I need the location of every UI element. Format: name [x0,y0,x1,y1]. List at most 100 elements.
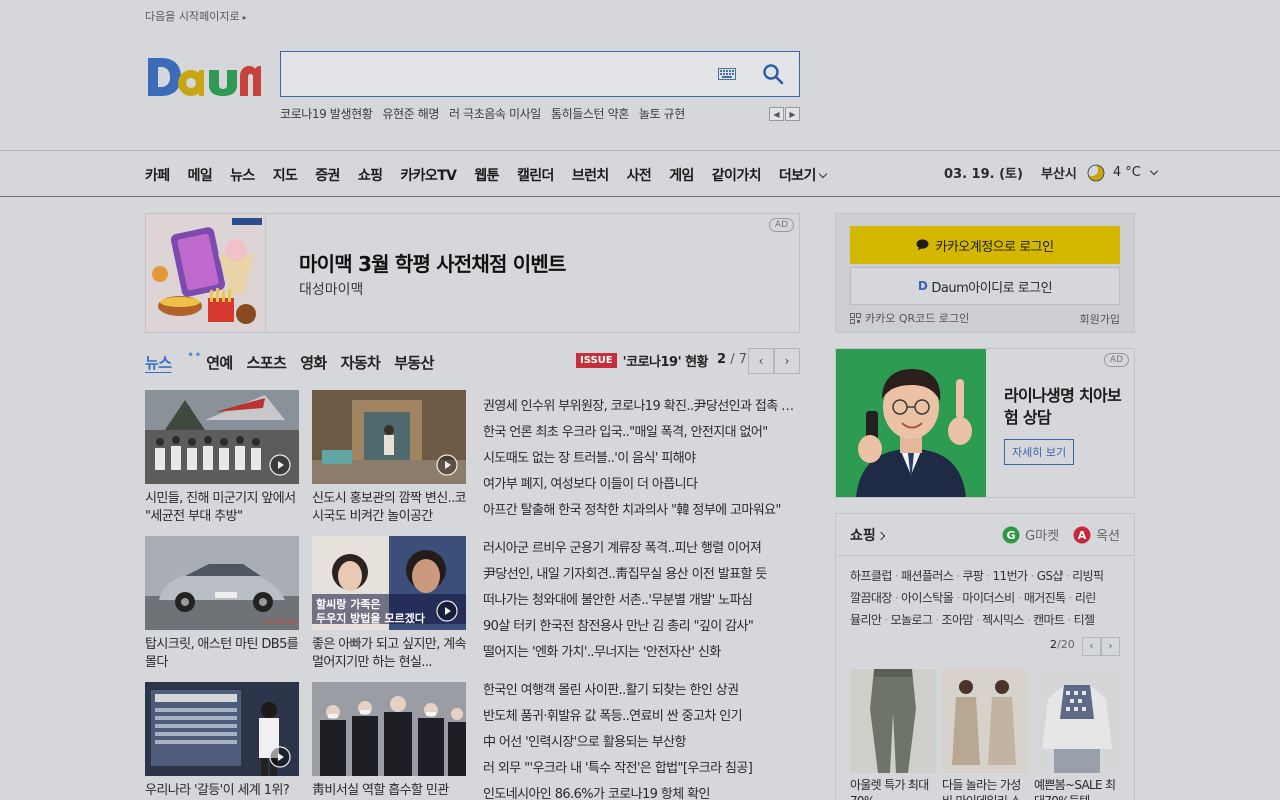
tab-entertainment[interactable]: 연예 [206,352,233,373]
nav-item-kakaotv[interactable]: 카카오TV [400,165,457,185]
play-icon[interactable] [436,454,458,476]
shop-item[interactable]: 다들 놀라는 가성비 마이데일리 스누 [942,669,1028,800]
chevron-left-icon[interactable]: ◀ [769,107,784,121]
shop-link[interactable]: 모놀로그 [891,613,933,627]
issue-text[interactable]: '코로나19' 현황 [623,351,709,370]
news-thumb-image[interactable]: AUTOCAR [145,536,299,630]
nav-item-brunch[interactable]: 브런치 [572,165,609,185]
news-thumb-item[interactable]: 신도시 홍보관의 깜짝 변신..코시국도 비켜간 놀이공간 [312,390,466,526]
shop-link[interactable]: 티젤 [1074,613,1095,627]
shop-link[interactable]: 아이스탁몰 [901,591,954,605]
headline-link[interactable]: 반도체 품귀·휘발유 값 폭등..연료비 싼 중고차 인기 [483,704,799,730]
set-start-page-link[interactable]: 다음을 시작페이지로 ▸ [145,8,247,24]
auction-link[interactable]: A 옥션 [1073,525,1120,544]
issue-topic[interactable]: ISSUE '코로나19' 현황 [576,351,709,370]
signup-link[interactable]: 회원가입 [1080,311,1120,327]
headline-link[interactable]: 러 외무 "'우크라 내 '특수 작전'은 합법"[우크라 침공] [483,756,799,782]
keyword-link[interactable]: 놀토 규현 [639,105,685,122]
news-thumb-image[interactable] [312,682,466,776]
side-ad-detail-button[interactable]: 자세히 보기 [1004,439,1075,465]
shop-item[interactable]: 예쁜봄~SALE 최대70%득템 [1034,669,1120,800]
news-thumb-item[interactable]: 우리나라 '갈등'이 세계 1위? [145,682,299,800]
chevron-down-icon[interactable] [1149,166,1159,176]
side-ad-banner[interactable]: 라이나생명 치아보험 상담 자세히 보기 AD [835,348,1135,498]
headline-link[interactable]: 떠나가는 청와대에 불안한 서촌..'무분별 개발' 노파심 [483,588,799,614]
nav-item-stock[interactable]: 증권 [315,165,340,185]
shop-link[interactable]: 하프클럽 [850,569,892,583]
tab-sports[interactable]: 스포츠 [247,352,287,373]
shop-link[interactable]: 뮬리안 [850,613,882,627]
tab-movie[interactable]: 영화 [300,352,327,373]
search-input[interactable] [291,60,701,88]
nav-item-map[interactable]: 지도 [273,165,298,185]
headline-link[interactable]: 여가부 폐지, 여성보다 이들이 더 아픕니다 [483,472,799,498]
shop-item-image[interactable] [850,669,936,773]
chevron-right-icon[interactable]: ▶ [785,107,800,121]
keyword-link[interactable]: 코로나19 발생현황 [280,105,373,122]
shop-link[interactable]: GS샵 [1037,569,1064,583]
news-thumb-caption[interactable]: 우리나라 '갈등'이 세계 1위? [145,782,299,800]
nav-item-game[interactable]: 게임 [669,165,694,185]
shop-item[interactable]: 아울렛 특가 최대70% [850,669,936,800]
nav-item-cafe[interactable]: 카페 [145,165,170,185]
nav-item-news[interactable]: 뉴스 [230,165,255,185]
headline-link[interactable]: 한국 언론 최초 우크라 입국.."매일 폭격, 안전지대 없어" [483,420,799,446]
shop-link[interactable]: 쿠팡 [962,569,983,583]
shop-item-text[interactable]: 예쁜봄~SALE 최대70%득템 [1034,777,1120,800]
news-thumb-image[interactable]: 할씨랑 가족은 두우지 방법을 모르겠다 [312,536,466,630]
nav-item-calendar[interactable]: 캘린더 [517,165,554,185]
nav-item-shopping[interactable]: 쇼핑 [358,165,383,185]
shop-link[interactable]: 리린 [1075,591,1096,605]
chevron-right-icon[interactable]: › [774,348,800,374]
news-thumb-item[interactable]: 시민들, 진해 미군기지 앞에서 "세균전 부대 추방" [145,390,299,526]
news-thumb-caption[interactable]: 탑시크릿, 애스턴 마틴 DB5를 몰다 [145,636,299,672]
news-thumb-caption[interactable]: 신도시 홍보관의 깜짝 변신..코시국도 비켜간 놀이공간 [312,490,466,526]
chevron-left-icon[interactable]: ‹ [748,348,774,374]
shop-link[interactable]: 조아맘 [942,613,974,627]
nav-item-mail[interactable]: 메일 [188,165,213,185]
shop-link[interactable]: 깔끔대장 [850,591,892,605]
nav-item-dictionary[interactable]: 사전 [627,165,652,185]
ad-title[interactable]: 마이맥 3월 학평 사전채점 이벤트 [299,248,566,277]
shop-link[interactable]: 리빙픽 [1072,569,1104,583]
headline-link[interactable]: 90살 터키 한국전 참전용사 만난 김 총리 "깊이 감사" [483,614,799,640]
news-thumb-image[interactable] [145,390,299,484]
news-thumb-item[interactable]: 할씨랑 가족은 두우지 방법을 모르겠다 좋은 아빠가 되고 싶지만, 계속 멀… [312,536,466,672]
search-box[interactable] [280,51,800,97]
kakao-login-button[interactable]: 카카오계정으로 로그인 [850,226,1120,264]
search-icon[interactable] [762,63,784,85]
chevron-right-icon[interactable]: › [1101,637,1120,656]
headline-link[interactable]: 中 어선 '인력시장'으로 활용되는 부산항 [483,730,799,756]
news-thumb-item[interactable]: 靑비서실 역할 흡수할 민관 [312,682,466,800]
shop-link[interactable]: 캔마트 [1033,613,1065,627]
keyword-link[interactable]: 러 극초음속 미사일 [449,105,541,122]
gmarket-link[interactable]: G G마켓 [1002,525,1059,544]
news-thumb-item[interactable]: AUTOCAR 탑시크릿, 애스턴 마틴 DB5를 몰다 [145,536,299,672]
shop-link[interactable]: 젝시믹스 [982,613,1024,627]
daum-logo[interactable] [145,52,261,98]
qr-login-link[interactable]: 카카오 QR코드 로그인 [850,310,969,326]
ad-banner[interactable]: 마이맥 3월 학평 사전채점 이벤트 대성마이맥 AD [145,213,800,333]
play-icon[interactable] [269,454,291,476]
chevron-left-icon[interactable]: ‹ [1082,637,1101,656]
headline-link[interactable]: 인도네시아인 86.6%가 코로나19 항체 확인 [483,782,799,800]
nav-more-button[interactable]: 더보기 [779,165,827,185]
news-thumb-image[interactable] [312,390,466,484]
shopping-title[interactable]: 쇼핑 [850,525,886,545]
daum-login-button[interactable]: D Daum아이디로 로그인 [850,267,1120,305]
news-thumb-caption[interactable]: 靑비서실 역할 흡수할 민관 [312,782,466,800]
play-icon[interactable] [269,746,291,768]
keyboard-icon[interactable] [718,68,736,80]
tab-car[interactable]: 자동차 [341,352,381,373]
play-icon[interactable] [436,600,458,622]
weather-widget[interactable]: 03. 19. (토) 부산시 4 °C [944,163,1159,182]
shop-link[interactable]: 매거진톡 [1024,591,1066,605]
shop-link[interactable]: 마이더스비 [962,591,1015,605]
news-thumb-caption[interactable]: 좋은 아빠가 되고 싶지만, 계속 멀어지기만 하는 현실... [312,636,466,672]
headline-link[interactable]: 떨어지는 '엔화 가치'..무너지는 '안전자산' 신화 [483,640,799,666]
keyword-link[interactable]: 톰히들스턴 약혼 [551,105,629,122]
news-thumb-caption[interactable]: 시민들, 진해 미군기지 앞에서 "세균전 부대 추방" [145,490,299,526]
headline-link[interactable]: 한국인 여행객 몰린 사이판..활기 되찾는 한인 상권 [483,678,799,704]
headline-link[interactable]: 시도때도 없는 장 트러블..'이 음식' 피해야 [483,446,799,472]
nav-item-webtoon[interactable]: 웹툰 [474,165,499,185]
